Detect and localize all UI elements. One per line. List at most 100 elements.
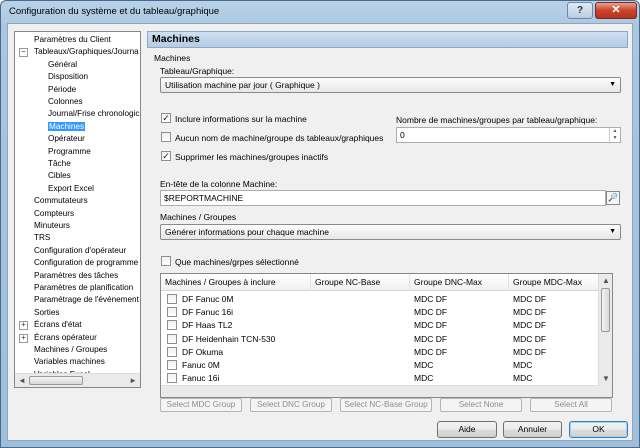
tree-item[interactable]: Disposition [48,71,88,84]
tree-item[interactable]: Cibles [48,170,71,183]
row-checkbox[interactable] [167,333,177,344]
table-cell-mdc: MDC DF [513,294,547,304]
table-cell-name: DF Haas TL2 [182,320,233,331]
machines-panel: Machines Machines Tableau/Graphique: Uti… [147,31,628,412]
tree-item[interactable]: + Écrans d'état [19,319,82,332]
select-mdc-group-button[interactable]: Select MDC Group [160,398,242,412]
grid-header: Machines / Groupes à inclure Groupe NC-B… [161,274,599,291]
tree-item[interactable]: + Écrans opérateur [19,332,97,345]
column-header-dnc-max[interactable]: Groupe DNC-Max [410,274,509,291]
scroll-thumb[interactable] [601,288,610,332]
column-header-value: $REPORTMACHINE [164,193,244,203]
row-checkbox[interactable] [167,373,177,384]
tree-item[interactable]: − Tableaux/Graphiques/Journa [19,46,139,59]
no-name-checkbox[interactable] [161,132,171,142]
tree-item-label: Machines [48,121,86,131]
chevron-down-icon: ▼ [609,228,616,235]
spin-down-icon[interactable]: ▼ [610,135,620,142]
scroll-thumb[interactable] [29,376,83,385]
tree-item[interactable]: Tâche [48,158,71,171]
scroll-right-icon[interactable]: ► [129,376,137,385]
select-all-button[interactable]: Select All [530,398,612,412]
ok-button[interactable]: OK [569,421,628,438]
tree-item[interactable]: Export Excel [48,183,94,196]
scroll-left-icon[interactable]: ◄ [18,376,26,385]
table-cell-name: Fanuc 16i [182,373,220,384]
table-row[interactable]: DF Heidenhain TCN-530 MDC DF MDC DF [161,333,599,346]
count-stepper[interactable]: 0 ▲ ▼ [396,127,621,144]
tree-item[interactable]: Configuration d'opérateur [34,245,126,258]
tree-item[interactable]: Compteurs [34,208,74,221]
tree-item[interactable]: Machines [48,121,86,134]
collapse-icon[interactable]: − [19,48,28,58]
column-header-nc-base[interactable]: Groupe NC-Base [311,274,410,291]
close-icon[interactable]: ✕ [595,2,637,19]
tree-item[interactable]: Journal/Frise chronologic [48,108,139,121]
spin-buttons[interactable]: ▲ ▼ [609,128,620,144]
settings-tree[interactable]: Paramètres du Client − Tableaux/Graphiques… [14,31,141,388]
tree-item[interactable]: Opérateur [48,133,85,146]
tree-item[interactable]: Paramétrage de l'événement [34,294,139,307]
tree-item[interactable]: Commutateurs [34,195,88,208]
column-header-input[interactable]: $REPORTMACHINE [160,190,606,206]
tree-item-label: Paramètres de planification [34,283,134,292]
spin-up-icon[interactable]: ▲ [610,128,620,135]
column-header-mdc-max[interactable]: Groupe MDC-Max [509,274,599,291]
chevron-down-icon: ▼ [609,81,616,88]
table-row[interactable]: DF Fanuc 16i MDC DF MDC DF [161,306,599,319]
select-nc-base-group-button[interactable]: Select NC-Base Group [340,398,432,412]
tree-item[interactable]: Paramètres des tâches [34,270,118,283]
table-row[interactable]: DF Haas TL2 MDC DF MDC DF [161,319,599,332]
tree-item[interactable]: Sorties [34,307,59,320]
row-checkbox[interactable] [167,320,177,331]
section-label: Machines [154,53,191,63]
row-checkbox[interactable] [167,346,177,357]
tree-item[interactable]: Programme [48,146,91,159]
select-dnc-group-button[interactable]: Select DNC Group [250,398,332,412]
tree-horizontal-scrollbar[interactable]: ◄ ► [15,373,140,387]
expand-icon[interactable]: + [19,333,28,343]
scroll-down-icon[interactable]: ▼ [602,374,610,383]
tree-item-label: Programme [48,146,91,156]
groups-select[interactable]: Générer informations pour chaque machine… [160,224,621,240]
grid-vertical-scrollbar[interactable]: ▲ ▼ [598,274,612,397]
help-button[interactable]: Aide [437,421,497,438]
table-row[interactable]: DF Fanuc 0M MDC DF MDC DF [161,293,599,306]
tree-item[interactable]: Paramètres du Client [34,34,111,47]
selected-only-checkbox[interactable] [161,256,171,266]
row-checkbox[interactable] [167,294,177,304]
select-none-button[interactable]: Select None [440,398,522,412]
tree-item[interactable]: Paramètres de planification [34,282,133,295]
table-cell-dnc: MDC [414,373,434,384]
tree-item[interactable]: Général [48,59,77,72]
title-bar[interactable]: Configuration du système et du tableau/g… [1,1,639,23]
table-row[interactable]: DF Okuma MDC DF MDC DF [161,346,599,359]
browse-icon[interactable]: 🔎 [606,191,620,205]
tree-item[interactable]: Configuration de programme [34,257,138,270]
help-icon[interactable]: ? [567,2,593,19]
row-checkbox[interactable] [167,360,177,370]
machines-grid[interactable]: Machines / Groupes à inclure Groupe NC-B… [160,273,613,398]
remove-inactive-checkbox[interactable]: ✓ [161,151,171,161]
table-row[interactable]: Fanuc 0M MDC MDC [161,359,599,372]
scroll-up-icon[interactable]: ▲ [602,276,610,285]
tree-item-label: Sorties [34,307,60,317]
tree-item[interactable]: Variables machines [34,356,105,369]
column-header-machines[interactable]: Machines / Groupes à inclure [161,274,311,291]
tree-item[interactable]: Minuteurs [34,220,70,233]
tree-item[interactable]: TRS [34,232,50,245]
table-cell-dnc: MDC DF [414,346,448,357]
grid-horizontal-scrollbar[interactable] [161,385,599,397]
chart-select[interactable]: Utilisation machine par jour ( Graphique… [160,77,621,93]
include-info-checkbox[interactable]: ✓ [161,113,171,123]
tree-item-label: Disposition [48,72,89,82]
table-row[interactable]: Fanuc 16i MDC MDC [161,372,599,385]
tree-item[interactable]: Machines / Groupes [34,344,107,357]
tree-item[interactable]: Période [48,84,76,97]
tree-item[interactable]: Colonnes [48,96,83,109]
table-cell-dnc: MDC DF [414,307,448,318]
cancel-button[interactable]: Annuler [503,421,562,438]
tree-item-label: Opérateur [48,134,85,144]
expand-icon[interactable]: + [19,321,28,331]
row-checkbox[interactable] [167,307,177,318]
